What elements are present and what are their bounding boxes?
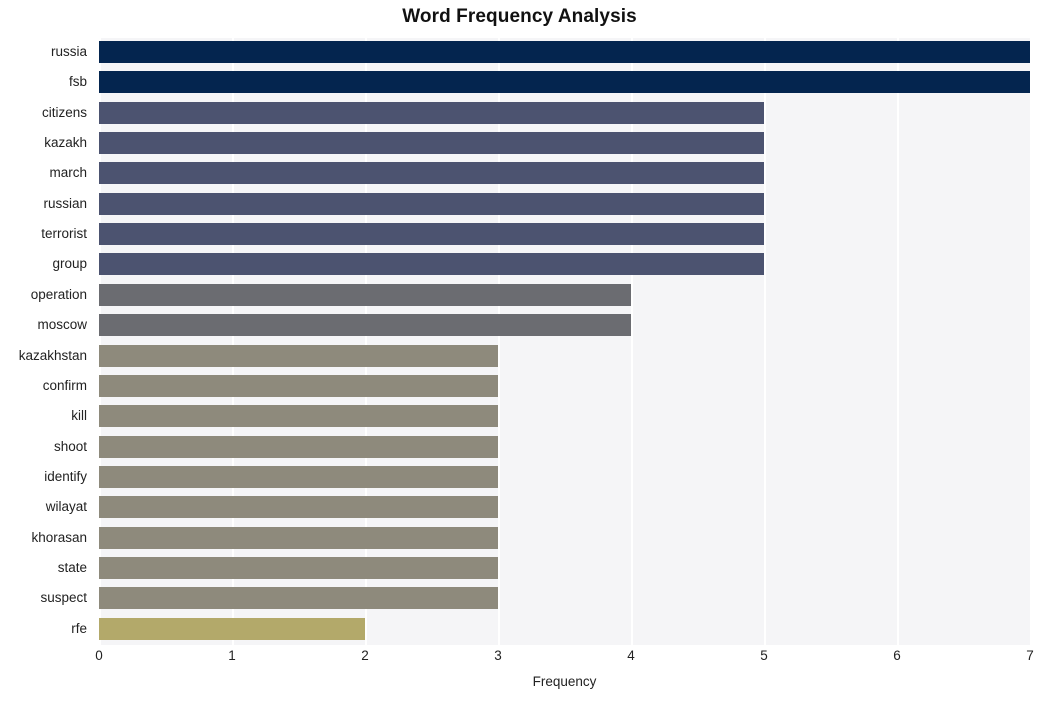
y-axis-label-russia: russia [50,44,87,59]
bar-row[interactable] [99,99,1030,127]
bar-russian[interactable] [99,192,764,215]
bar-row[interactable] [99,220,1030,248]
x-tick-5: 5 [760,648,768,663]
x-tick-6: 6 [893,648,901,663]
y-axis-label-group: group [52,256,87,272]
y-axis-category-labels: russia fsb citizens kazakh march russian terro… [0,38,93,645]
bar-row[interactable] [99,524,1030,552]
gridline-x-7 [1030,38,1032,645]
y-axis-label-shoot: shoot [53,438,87,454]
bar-row[interactable] [99,615,1030,643]
x-tick-2: 2 [361,648,369,663]
bar-khorasan[interactable] [99,526,498,549]
chart-title: Word Frequency Analysis [402,6,637,27]
y-axis-label-khorasan: khorasan [31,529,87,545]
bar-shoot[interactable] [99,435,498,458]
bar-row[interactable] [99,68,1030,96]
bar-fsb[interactable] [99,71,1030,94]
bar-wilayat[interactable] [99,496,498,519]
bar-row[interactable] [99,493,1030,521]
bar-row[interactable] [99,554,1030,582]
y-axis-label-citizens: citizens [41,104,87,120]
y-axis-label-kazakhstan: kazakhstan [18,347,87,363]
bar-group[interactable] [99,253,764,276]
bars-layer [99,38,1030,645]
y-axis-label-operation: operation [30,286,87,302]
bar-operation[interactable] [99,283,631,306]
x-axis-title: Frequency [532,674,597,689]
bar-rfe[interactable] [99,617,365,640]
bar-suspect[interactable] [99,587,498,610]
x-tick-3: 3 [494,648,502,663]
bar-kill[interactable] [99,405,498,428]
bar-russia[interactable] [99,41,1030,63]
x-axis-tick-labels: 0 1 2 3 4 5 6 7 [0,648,1039,672]
y-axis-label-confirm: confirm [42,377,87,393]
y-axis-label-identify: identify [44,468,87,484]
x-tick-0: 0 [95,648,103,663]
y-axis-label-fsb: fsb [68,74,87,90]
y-axis-label-suspect: suspect [40,590,87,606]
bar-kazakh[interactable] [99,132,764,155]
y-axis-label-kazakh: kazakh [44,135,87,151]
bar-row[interactable] [99,281,1030,309]
y-axis-label-kill: kill [71,408,87,424]
y-axis-label-moscow: moscow [37,317,87,333]
y-axis-label-rfe: rfe [71,620,87,636]
bar-row[interactable] [99,129,1030,157]
y-axis-label-russian: russian [43,195,87,211]
bar-march[interactable] [99,162,764,185]
y-axis-label-march: march [49,165,87,181]
x-tick-4: 4 [627,648,635,663]
bar-row[interactable] [99,38,1030,66]
x-tick-7: 7 [1026,648,1034,663]
bar-row[interactable] [99,372,1030,400]
bar-state[interactable] [99,556,498,579]
bar-row[interactable] [99,311,1030,339]
y-axis-label-state: state [57,559,87,575]
bar-kazakhstan[interactable] [99,344,498,367]
word-frequency-chart-figure: Word Frequency Analysis russia fsb citizen… [0,0,1039,701]
bar-confirm[interactable] [99,374,498,397]
bar-row[interactable] [99,250,1030,278]
bar-row[interactable] [99,342,1030,370]
bar-row[interactable] [99,433,1030,461]
bar-row[interactable] [99,584,1030,612]
bar-row[interactable] [99,463,1030,491]
bar-moscow[interactable] [99,314,631,337]
y-axis-label-wilayat: wilayat [45,499,87,515]
bar-terrorist[interactable] [99,223,764,246]
y-axis-label-terrorist: terrorist [41,226,87,242]
bar-identify[interactable] [99,465,498,488]
bar-citizens[interactable] [99,101,764,124]
bar-row[interactable] [99,402,1030,430]
x-tick-1: 1 [228,648,236,663]
bar-row[interactable] [99,159,1030,187]
bar-row[interactable] [99,190,1030,218]
